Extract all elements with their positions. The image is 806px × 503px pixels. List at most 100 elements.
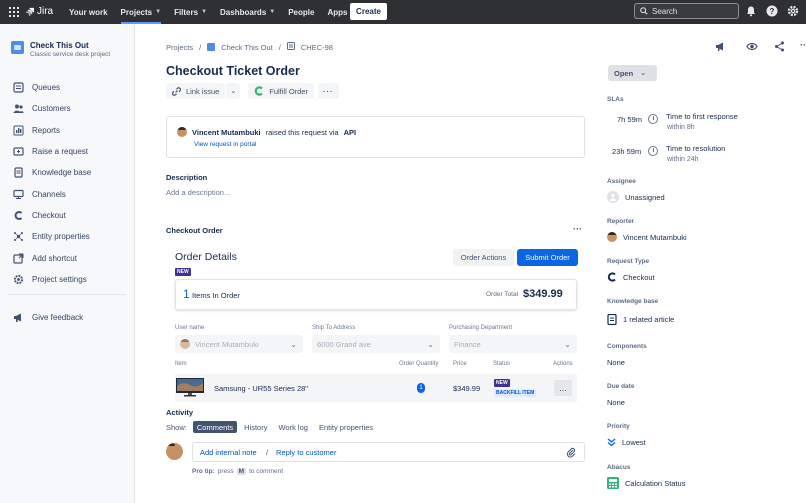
breadcrumb-issue-key[interactable]: CHEC-98 [301, 43, 333, 52]
link-issue-dropdown[interactable]: ⌄ [226, 83, 241, 99]
sidebar-item-raise-request[interactable]: Raise a request [12, 141, 91, 162]
comment-separator: / [266, 448, 269, 457]
lowest-priority-icon [607, 438, 616, 447]
more-icon[interactable]: ··· [800, 40, 806, 50]
sidebar-item-add-shortcut[interactable]: Add shortcut [12, 247, 91, 268]
tab-comments[interactable]: Comments [192, 421, 238, 433]
row-actions-button[interactable]: ... [554, 380, 572, 396]
nav-dashboards[interactable]: Dashboards ▼ [220, 0, 275, 24]
sla-target: within 24h [667, 156, 699, 163]
tab-history[interactable]: History [240, 421, 271, 433]
reporter-name[interactable]: Vincent Mutambuki [192, 128, 261, 137]
project-sidebar: Check This Out Classic service desk proj… [0, 24, 135, 503]
sidebar-item-queues[interactable]: Queues [12, 77, 91, 98]
sidebar-item-customers[interactable]: Customers [12, 98, 91, 119]
nav-filters[interactable]: Filters ▼ [174, 0, 207, 24]
issue-actions: Link issue ⌄ Fulfill Order ··· [166, 83, 339, 99]
project-header[interactable]: Check This Out Classic service desk proj… [11, 41, 110, 58]
chevron-down-icon: ⌄ [427, 339, 434, 349]
breadcrumb-project[interactable]: Check This Out [221, 43, 273, 52]
pro-tip-press: press [217, 468, 234, 475]
abacus-field[interactable]: Calculation Status [607, 477, 685, 489]
settings-gear-icon[interactable] [787, 5, 799, 17]
pro-tip-key: M [236, 468, 247, 475]
sidebar-item-project-settings[interactable]: Project settings [12, 269, 91, 290]
sidebar-item-knowledge-base[interactable]: Knowledge base [12, 162, 91, 183]
share-icon[interactable] [774, 41, 785, 52]
assignee-label: Assignee [607, 178, 636, 185]
sidebar-item-channels[interactable]: Channels [12, 183, 91, 204]
description-field[interactable]: Add a description... [166, 188, 230, 197]
nav-label: Apps [327, 7, 348, 17]
status-dropdown[interactable]: Open ⌄ [608, 65, 657, 81]
request-type-label: Request Type [607, 258, 650, 265]
nav-label: Projects [120, 7, 153, 17]
app-switcher-icon[interactable] [9, 7, 19, 17]
fulfill-order-button[interactable]: Fulfill Order [248, 83, 314, 99]
reply-to-customer-link[interactable]: Reply to customer [276, 448, 336, 457]
checkout-order-label: Checkout Order [166, 226, 223, 235]
checkout-app-icon [255, 86, 264, 96]
breadcrumb-separator: / [278, 42, 281, 52]
order-total-value: $349.99 [523, 288, 563, 300]
notifications-bell-icon[interactable] [745, 5, 757, 17]
jira-logo[interactable]: Jira [25, 6, 53, 17]
knowledge-base-field[interactable]: 1 related article [607, 314, 674, 325]
reporter-avatar [177, 127, 187, 137]
breadcrumb-projects[interactable]: Projects [166, 43, 193, 52]
user-name-value: Vincent Mutambuki [195, 339, 259, 349]
create-button[interactable]: Create [350, 3, 387, 20]
add-shortcut-icon [12, 252, 24, 264]
pro-tip-label: Pro tip: [192, 468, 215, 475]
order-actions-button[interactable]: Order Actions [453, 249, 514, 266]
due-date-value[interactable]: None [607, 398, 625, 407]
search-input[interactable]: Search [634, 3, 739, 19]
help-icon[interactable]: ? [766, 5, 778, 17]
sidebar-item-label: Entity properties [32, 232, 90, 242]
give-feedback-button[interactable]: Give feedback [12, 311, 83, 323]
issue-type-icon [286, 42, 295, 52]
nav-your-work[interactable]: Your work [69, 0, 108, 24]
item-name: Samsung - UR55 Series 28" [214, 384, 308, 393]
view-request-in-portal-link[interactable]: View request in portal [194, 141, 256, 148]
customers-icon [12, 103, 24, 115]
tab-entity-properties[interactable]: Entity properties [315, 421, 377, 433]
user-name-select[interactable]: Vincent Mutambuki ⌄ [175, 335, 303, 353]
more-icon: ··· [323, 86, 334, 96]
items-label: Items In Order [192, 291, 240, 300]
department-select[interactable]: Finance ⌄ [449, 335, 577, 353]
sidebar-item-checkout[interactable]: Checkout [12, 205, 91, 226]
quantity-badge: 1 [417, 383, 425, 393]
issue-title[interactable]: Checkout Ticket Order [166, 64, 300, 78]
comment-box[interactable]: Add internal note / Reply to customer [192, 442, 585, 462]
feedback-label: Give feedback [32, 312, 84, 322]
attachment-icon[interactable] [566, 447, 576, 458]
tab-work-log[interactable]: Work log [274, 421, 311, 433]
components-label: Components [607, 343, 647, 350]
sidebar-item-label: Checkout [32, 210, 66, 220]
chevron-down-icon: ⌄ [640, 70, 647, 77]
current-user-avatar [166, 443, 183, 462]
status-value: Open [614, 68, 634, 78]
main-nav: Your work Projects ▼ Filters ▼ Dashboards ▼… [69, 0, 369, 24]
abacus-label: Abacus [607, 464, 631, 471]
table-row: Samsung - UR55 Series 28" 1 $349.99 NEW … [175, 374, 577, 402]
priority-field[interactable]: Lowest [607, 438, 646, 447]
feedback-megaphone-icon[interactable] [715, 41, 726, 52]
add-internal-note-link[interactable]: Add internal note [200, 448, 257, 457]
nav-projects[interactable]: Projects ▼ [120, 0, 161, 24]
checkout-more-icon[interactable]: ··· [573, 224, 582, 234]
request-type-field[interactable]: Checkout [607, 272, 655, 282]
more-actions-button[interactable]: ··· [318, 83, 339, 99]
sidebar-item-reports[interactable]: Reports [12, 120, 91, 141]
watch-eye-icon[interactable] [746, 41, 758, 52]
sidebar-item-entity-properties[interactable]: Entity properties [12, 226, 91, 247]
link-issue-button[interactable]: Link issue [166, 83, 226, 99]
submit-order-button[interactable]: Submit Order [517, 249, 578, 266]
reporter-field[interactable]: Vincent Mutambuki [607, 232, 687, 242]
assignee-field[interactable]: Unassigned [607, 191, 665, 203]
components-value[interactable]: None [607, 358, 625, 367]
description-label: Description [166, 173, 208, 182]
nav-people[interactable]: People [288, 0, 314, 24]
ship-to-select[interactable]: 6000 Grand ave ⌄ [312, 335, 440, 353]
